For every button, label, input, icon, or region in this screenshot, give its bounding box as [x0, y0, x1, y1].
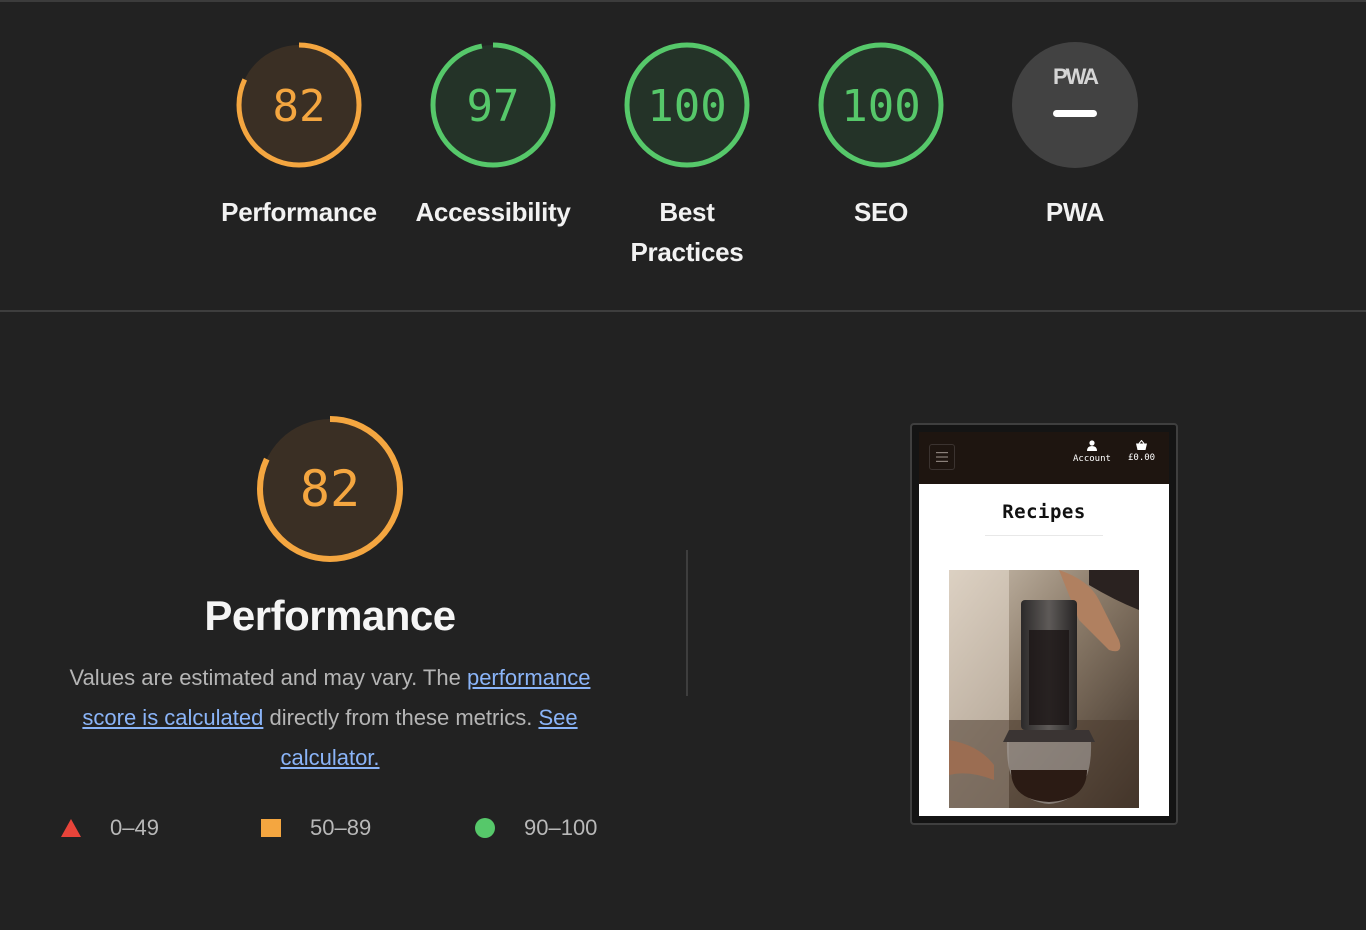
legend-fail: 0–49 — [60, 812, 159, 844]
legend-range: 50–89 — [310, 815, 372, 840]
legend-average: 50–89 — [260, 812, 371, 844]
user-icon — [1086, 440, 1097, 451]
square-icon — [261, 819, 281, 837]
final-screenshot[interactable]: Account £0.00 Recipes — [910, 423, 1178, 825]
performance-summary: 82 Performance Values are estimated and … — [40, 414, 620, 778]
gauge-label: Performance — [221, 197, 377, 227]
gauge-ring: 100 — [818, 42, 944, 168]
gauge-ring: 82 — [236, 42, 362, 168]
triangle-icon — [61, 819, 81, 837]
gauge-score: 97 — [467, 81, 520, 132]
gauge-pwa[interactable]: PWA PWA — [980, 40, 1170, 232]
nav-cart: £0.00 — [1128, 440, 1155, 463]
pwa-badge-icon: PWA — [1012, 42, 1138, 168]
legend-pass: 90–100 — [474, 812, 597, 844]
score-legend: 0–49 50–89 90–100 — [60, 812, 620, 844]
page-heading: Recipes — [1002, 501, 1086, 523]
description-text: Values are estimated and may vary. The — [69, 665, 467, 690]
hamburger-menu-icon — [929, 444, 955, 470]
coffee-press-photo-icon — [949, 570, 1139, 808]
gauge-label: PWA — [1045, 197, 1105, 227]
pwa-badge-text: PWA — [1053, 64, 1099, 89]
nav-account-label: Account — [1073, 454, 1111, 464]
top-rule — [0, 0, 1366, 2]
gauge-performance[interactable]: 82 Performance — [204, 40, 394, 232]
nav-cart-label: £0.00 — [1128, 453, 1156, 463]
basket-icon — [1136, 440, 1148, 450]
gauge-label: Best Practices — [630, 197, 744, 267]
legend-range: 0–49 — [110, 815, 159, 840]
gauge-accessibility[interactable]: 97 Accessibility — [398, 40, 588, 232]
vertical-separator — [686, 550, 688, 696]
performance-title: Performance — [204, 592, 456, 639]
gauge-ring: 100 — [624, 42, 750, 168]
gauge-score: 100 — [841, 81, 920, 132]
description-mid: directly from these metrics. — [263, 705, 539, 730]
site-navbar: Account £0.00 — [919, 432, 1169, 484]
gauge-label: SEO — [853, 197, 908, 227]
nav-account: Account — [1073, 440, 1111, 464]
gauge-score: 100 — [647, 81, 726, 132]
heading-rule — [985, 535, 1103, 536]
gauge-seo[interactable]: 100 SEO — [786, 40, 976, 232]
gauge-label: Accessibility — [415, 197, 571, 227]
performance-description: Values are estimated and may vary. The p… — [40, 658, 620, 778]
gauge-best-practices[interactable]: 100 Best Practices — [592, 40, 782, 272]
screenshot-viewport: Account £0.00 Recipes — [919, 432, 1169, 816]
performance-gauge: 82 — [257, 416, 403, 562]
legend-range: 90–100 — [524, 815, 598, 840]
gauge-score: 82 — [273, 81, 326, 132]
gauge-ring: 97 — [430, 42, 556, 168]
circle-icon — [475, 818, 495, 838]
performance-score: 82 — [300, 460, 360, 518]
section-divider — [0, 310, 1366, 312]
